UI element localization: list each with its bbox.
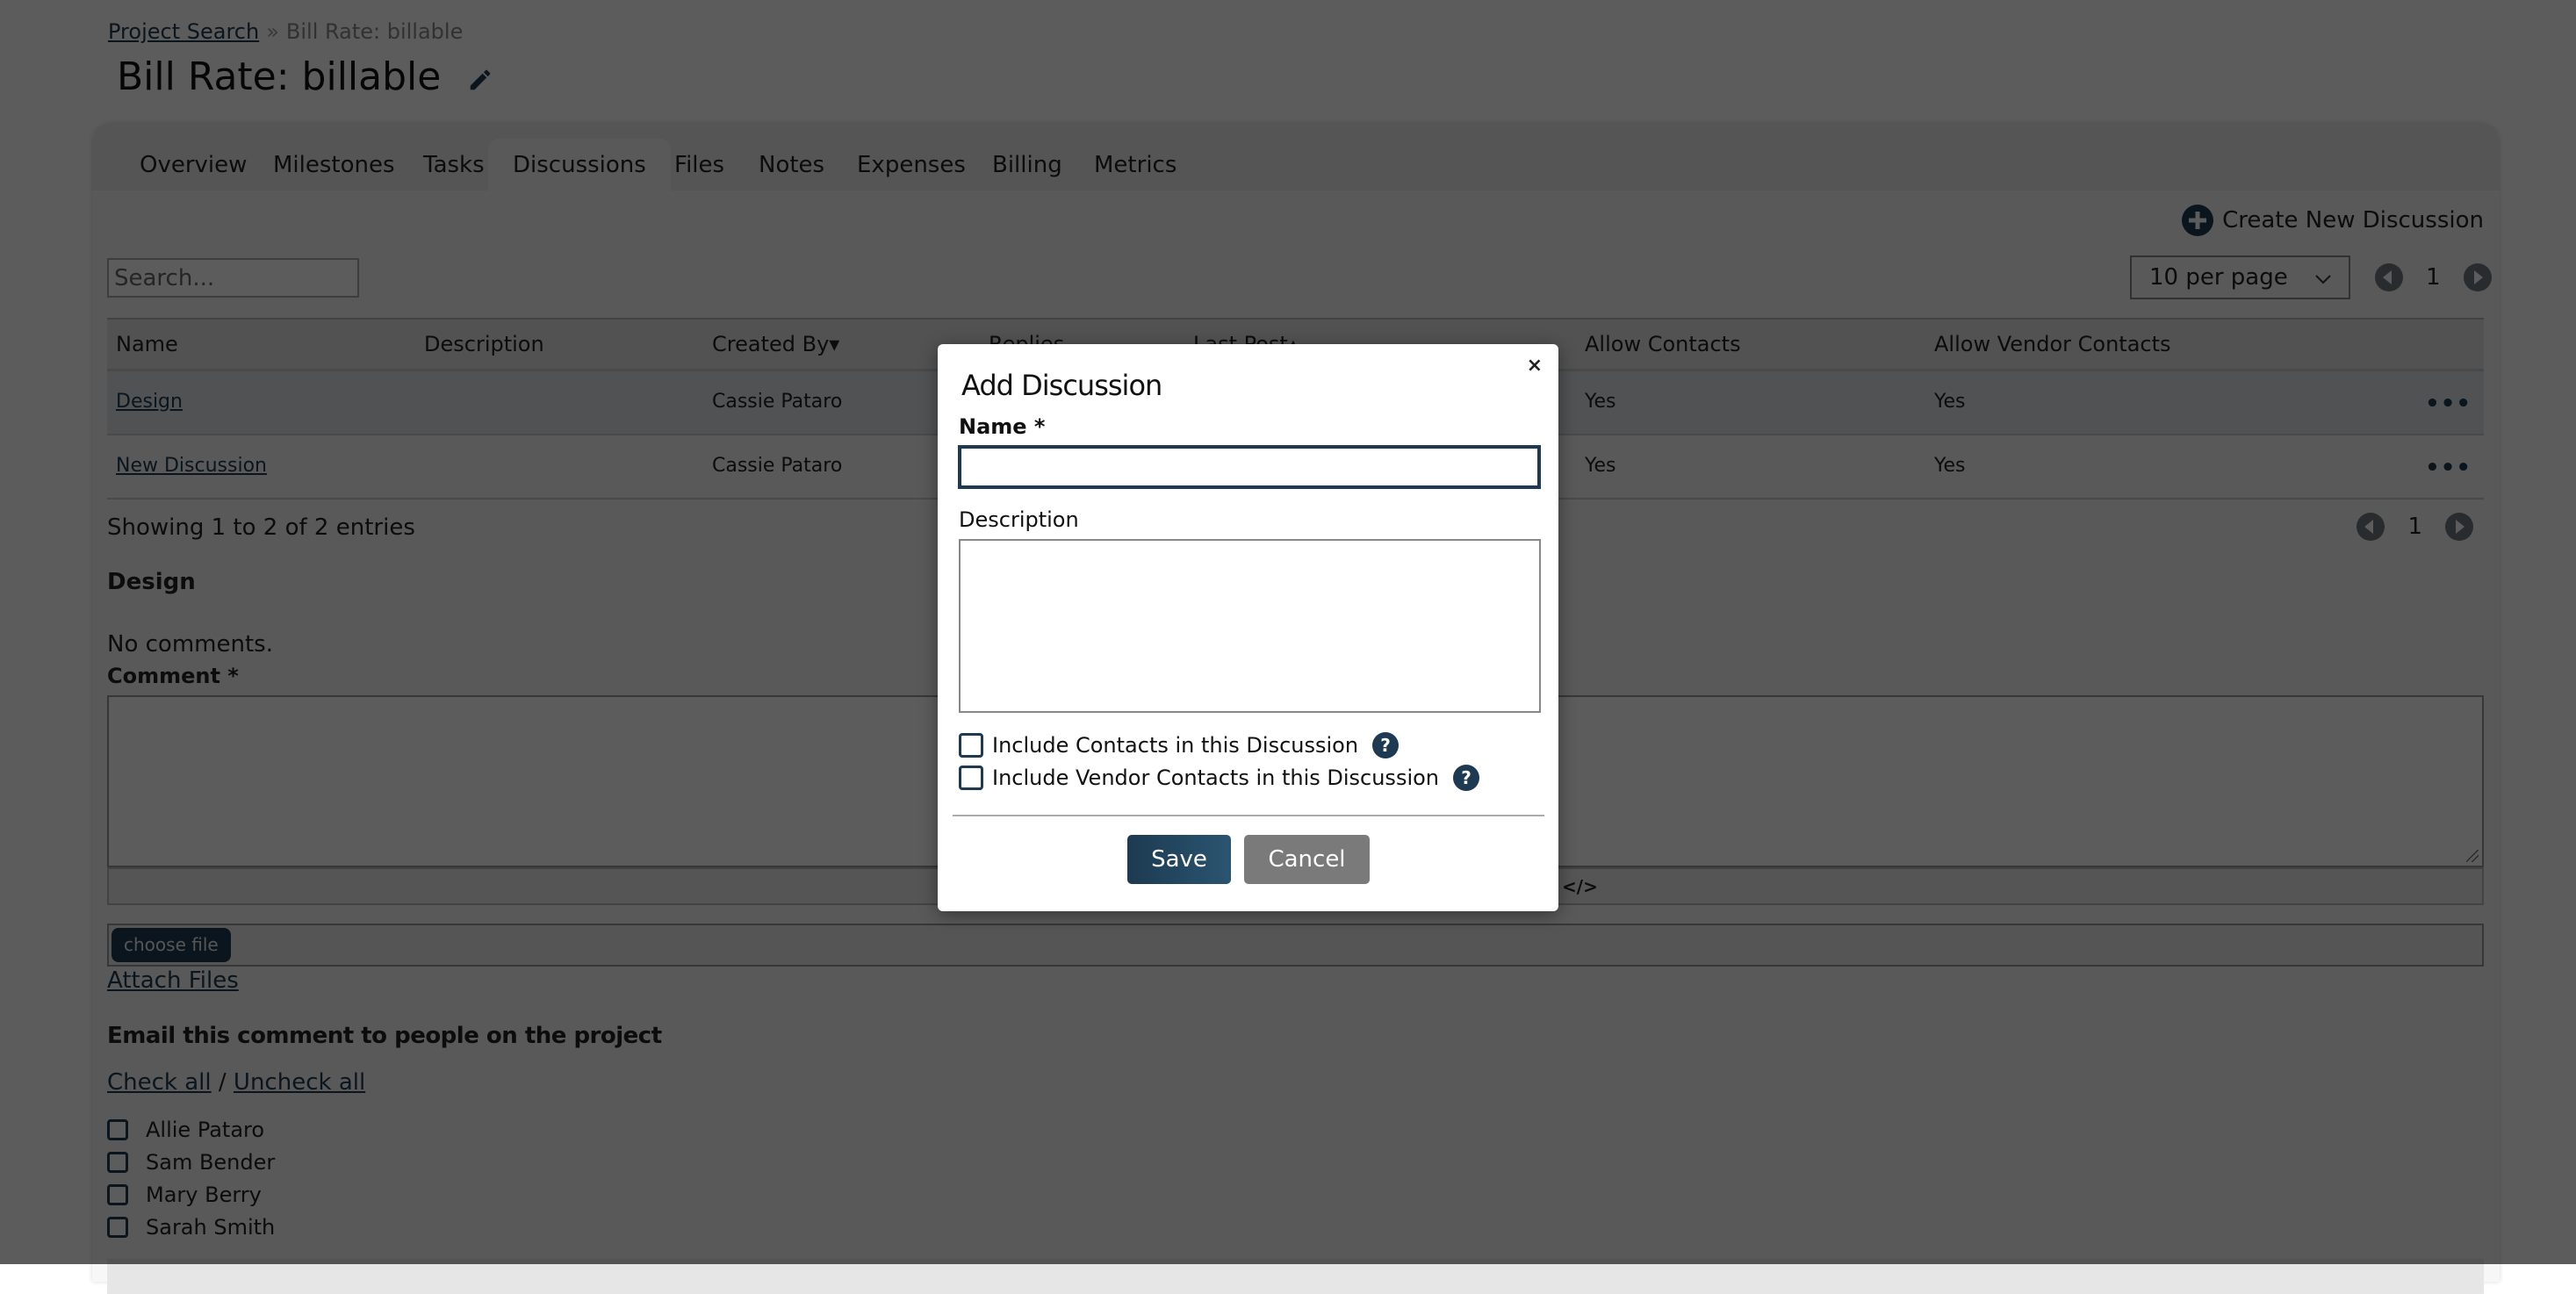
help-icon[interactable]: ?	[1372, 732, 1400, 758]
include-vendor-contacts-option[interactable]: Include Vendor Contacts in this Discussi…	[959, 765, 1480, 791]
description-label: Description	[959, 507, 1079, 532]
include-contacts-checkbox[interactable]	[959, 733, 983, 758]
bottom-bar	[107, 1259, 2484, 1294]
include-vendor-contacts-label: Include Vendor Contacts in this Discussi…	[992, 766, 1440, 790]
help-icon[interactable]: ?	[1453, 765, 1480, 791]
add-discussion-modal: × Add Discussion Name * Description Incl…	[938, 344, 1558, 911]
description-textarea[interactable]	[959, 539, 1541, 713]
include-contacts-option[interactable]: Include Contacts in this Discussion ?	[959, 732, 1400, 758]
name-label: Name *	[959, 414, 1046, 439]
close-icon[interactable]: ×	[1527, 355, 1543, 377]
modal-divider	[953, 815, 1544, 816]
modal-title: Add Discussion	[961, 369, 1162, 402]
save-button[interactable]: Save	[1127, 835, 1231, 884]
cancel-button[interactable]: Cancel	[1244, 835, 1370, 884]
include-contacts-label: Include Contacts in this Discussion	[992, 733, 1359, 758]
include-vendor-contacts-checkbox[interactable]	[959, 766, 983, 790]
name-input[interactable]	[958, 445, 1541, 489]
